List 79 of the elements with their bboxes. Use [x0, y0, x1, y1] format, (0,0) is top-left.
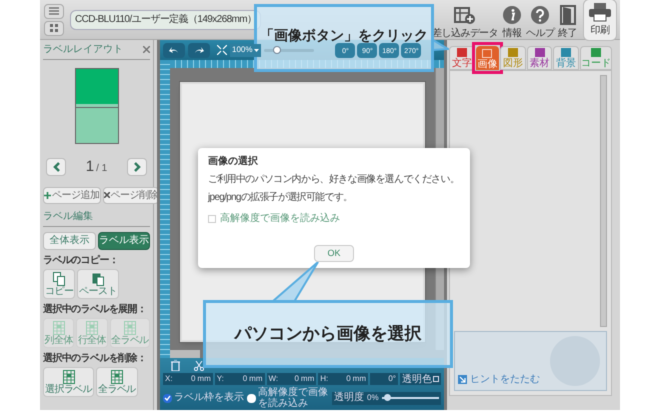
collapse-icon[interactable] — [458, 375, 467, 384]
opacity-value: 0% — [367, 393, 379, 403]
table-plus-icon — [454, 6, 476, 24]
hint-toggle-link[interactable]: ヒントをたたむ — [470, 372, 540, 387]
group-heading: 選択中のラベルを展開： — [43, 302, 148, 316]
toolbar-button[interactable]: 情報 — [500, 4, 523, 40]
tool-tab[interactable]: 素材 — [526, 46, 552, 70]
label-action-button[interactable]: ペースト — [77, 268, 119, 298]
previous-page-button[interactable] — [46, 158, 66, 176]
dialog-title: 画像の選択 — [208, 154, 259, 169]
grid-icon — [110, 370, 123, 384]
page-number: 1 — [86, 157, 94, 177]
coordinate-field[interactable]: Y: 0 mm — [214, 373, 264, 385]
group-heading: ラベルのコピー： — [43, 254, 120, 268]
transparent-color-field[interactable]: 透明色 — [400, 373, 441, 385]
next-page-button[interactable] — [127, 158, 147, 176]
horizontal-scrollbar[interactable] — [170, 350, 200, 358]
toolbar-button[interactable]: 印刷 — [583, 0, 617, 40]
menu-button[interactable] — [44, 4, 64, 18]
coordinate-field[interactable]: X: 0 mm — [163, 373, 213, 385]
door-icon — [560, 4, 576, 24]
grid-icon — [62, 370, 74, 384]
chevron-left-icon — [52, 162, 60, 172]
copy-icon — [53, 272, 66, 286]
menu-icon — [49, 7, 59, 15]
callout-box: パソコンから画像を選択 — [203, 300, 453, 368]
close-icon[interactable] — [143, 46, 150, 53]
grid-view-button[interactable] — [44, 20, 64, 36]
tool-tab[interactable]: 図形 — [500, 46, 526, 70]
chevron-right-icon — [134, 162, 140, 172]
checkbox-label: 高解像度で画像を読み込み — [258, 387, 329, 409]
panel-title: ラベルレイアウト — [43, 43, 123, 57]
checkbox-label: 高解像度で画像を読み込み — [220, 212, 340, 226]
fit-icon[interactable] — [217, 45, 227, 55]
redo-button[interactable] — [188, 42, 210, 58]
caret-icon — [254, 48, 260, 52]
checkbox[interactable] — [163, 394, 172, 402]
coordinate-field[interactable]: H: 0 mm — [318, 373, 368, 385]
grid-icon — [124, 320, 136, 334]
dialog-message: ご利用中のパソコン内から、好きな画像を選んでください。 — [208, 172, 460, 187]
section-heading: ラベル編集 — [43, 208, 150, 226]
vertical-scrollbar[interactable] — [600, 75, 607, 327]
zoom-dropdown[interactable]: 100% — [230, 44, 262, 56]
coordinate-field[interactable]: W: 0 mm — [266, 373, 316, 385]
group-heading: 選択中のラベルを削除： — [43, 352, 148, 366]
check-icon — [164, 395, 171, 401]
label-action-button[interactable]: コピー — [43, 268, 76, 298]
info-icon — [502, 4, 522, 24]
undo-icon — [169, 46, 179, 54]
cross-icon — [104, 192, 110, 198]
tool-tab[interactable]: 背景 — [553, 46, 579, 70]
opacity-label: 透明度 — [334, 393, 364, 403]
checkbox[interactable] — [208, 214, 216, 222]
label-action-button[interactable]: 選択ラベル — [43, 366, 94, 396]
plus-icon — [44, 192, 51, 198]
checkbox[interactable] — [247, 394, 256, 402]
paste-icon — [92, 272, 104, 286]
tool-tab[interactable]: コード — [580, 46, 612, 70]
redo-icon — [194, 46, 204, 54]
ok-button[interactable]: OK — [314, 245, 354, 262]
toolbar-button[interactable]: ヘルプ — [524, 4, 556, 40]
opacity-slider-thumb[interactable] — [384, 394, 392, 401]
help-icon — [530, 4, 550, 24]
dialog-message: jpeg/pngの拡張子が選択可能です。 — [208, 190, 354, 205]
page-total: / 1 — [96, 162, 108, 176]
page-button[interactable]: ページ追加 — [43, 186, 100, 204]
toolbar-button[interactable]: 終了 — [557, 4, 578, 40]
scissors-icon[interactable] — [194, 360, 204, 370]
view-toggle-button[interactable]: 全体表示 — [43, 232, 96, 250]
grid-icon — [50, 24, 58, 32]
rotation-field[interactable]: 0° — [370, 373, 398, 385]
grid-icon — [52, 320, 65, 334]
view-toggle-button[interactable]: ラベル表示 — [98, 232, 150, 250]
undo-button[interactable] — [163, 42, 185, 58]
printer-icon — [588, 2, 612, 22]
label-action-button[interactable]: 全ラベル — [96, 366, 138, 396]
grid-icon — [86, 320, 98, 334]
trash-icon[interactable] — [171, 360, 180, 371]
checkbox-label: ラベル枠を表示 — [174, 393, 244, 403]
